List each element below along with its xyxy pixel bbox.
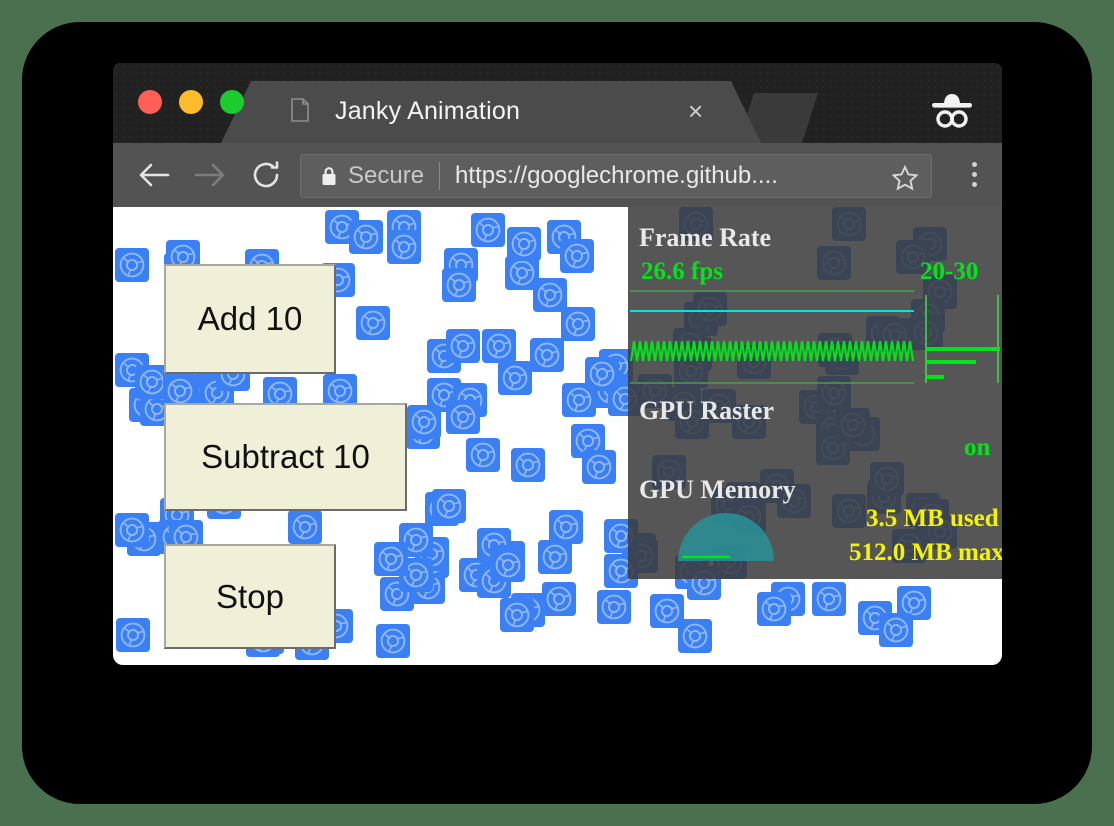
add-10-button[interactable]: Add 10	[164, 264, 336, 374]
chrome-logo-sprite	[511, 448, 545, 482]
chrome-logo-sprite	[432, 489, 466, 523]
frame-rate-value: 26.6 fps	[641, 258, 723, 286]
more-vertical-icon[interactable]	[972, 162, 978, 187]
chrome-logo-sprite	[466, 438, 500, 472]
stop-button[interactable]: Stop	[164, 544, 336, 649]
frame-rate-chart	[628, 289, 1002, 385]
chrome-logo-sprite	[500, 598, 534, 632]
chrome-logo-sprite	[387, 230, 421, 264]
chrome-logo-sprite	[530, 338, 564, 372]
incognito-icon[interactable]	[924, 89, 980, 129]
close-window-button[interactable]	[138, 90, 162, 114]
chrome-logo-sprite	[597, 590, 631, 624]
chrome-logo-sprite	[505, 256, 539, 290]
page-viewport: Add 10 Subtract 10 Stop Frame Rate 26.6 …	[113, 207, 1002, 665]
gpu-raster-value: on	[964, 434, 990, 462]
chrome-logo-sprite	[812, 582, 846, 616]
chrome-logo-sprite	[471, 213, 505, 247]
chrome-fps-hud: Frame Rate 26.6 fps 20-30 GPU Raster	[628, 207, 1002, 579]
chrome-logo-sprite	[442, 268, 476, 302]
chrome-logo-sprite	[491, 548, 525, 582]
gpu-memory-max: 512.0 MB max	[849, 539, 1002, 567]
subtract-10-button[interactable]: Subtract 10	[164, 403, 407, 511]
window-controls	[138, 90, 244, 114]
lock-icon	[321, 166, 337, 186]
frame-rate-title: Frame Rate	[639, 223, 771, 253]
back-arrow-icon[interactable]	[131, 152, 177, 198]
chrome-logo-sprite	[374, 542, 408, 576]
omnibox-divider	[439, 162, 440, 190]
address-bar[interactable]: Secure https://googlechrome.github....	[300, 154, 932, 198]
chrome-logo-sprite	[115, 513, 149, 547]
tab-strip: Janky Animation ×	[113, 63, 1002, 143]
security-label: Secure	[348, 162, 424, 190]
chrome-logo-sprite	[376, 624, 410, 658]
chrome-logo-sprite	[288, 510, 322, 544]
star-icon[interactable]	[892, 165, 918, 191]
chrome-logo-sprite	[585, 357, 619, 391]
frame-rate-trace	[631, 341, 913, 361]
chrome-logo-sprite	[507, 227, 541, 261]
tab-title: Janky Animation	[335, 97, 520, 126]
gpu-raster-title: GPU Raster	[639, 396, 774, 426]
browser-toolbar: Secure https://googlechrome.github....	[113, 143, 1002, 207]
chrome-logo-sprite	[538, 540, 572, 574]
chrome-logo-sprite	[356, 306, 390, 340]
document-icon	[291, 98, 309, 122]
gpu-memory-used: 3.5 MB used	[866, 505, 999, 533]
menu-dot	[972, 172, 977, 177]
chrome-logo-sprite	[542, 582, 576, 616]
chrome-logo-sprite	[582, 450, 616, 484]
chrome-logo-sprite	[561, 307, 595, 341]
close-tab-button[interactable]: ×	[688, 96, 703, 127]
gpu-memory-title: GPU Memory	[639, 475, 796, 505]
chrome-logo-sprite	[115, 248, 149, 282]
forward-arrow-icon	[187, 152, 233, 198]
chrome-logo-sprite	[407, 405, 441, 439]
menu-dot	[972, 162, 977, 167]
chrome-logo-sprite	[879, 613, 913, 647]
maximize-window-button[interactable]	[220, 90, 244, 114]
chrome-logo-sprite	[757, 592, 791, 626]
chrome-logo-sprite	[349, 220, 383, 254]
chrome-logo-sprite	[560, 239, 594, 273]
chrome-logo-sprite	[446, 400, 480, 434]
chrome-logo-sprite	[116, 618, 150, 652]
reload-icon[interactable]	[243, 152, 289, 198]
chrome-logo-sprite	[446, 329, 480, 363]
chrome-logo-sprite	[482, 329, 516, 363]
minimize-window-button[interactable]	[179, 90, 203, 114]
browser-window: Janky Animation ×	[113, 63, 1002, 665]
url-text[interactable]: https://googlechrome.github....	[455, 162, 778, 190]
menu-dot	[972, 182, 977, 187]
chrome-logo-sprite	[650, 594, 684, 628]
frame-rate-range: 20-30	[920, 258, 978, 286]
chrome-logo-sprite	[498, 361, 532, 395]
gpu-memory-chart	[676, 507, 776, 563]
